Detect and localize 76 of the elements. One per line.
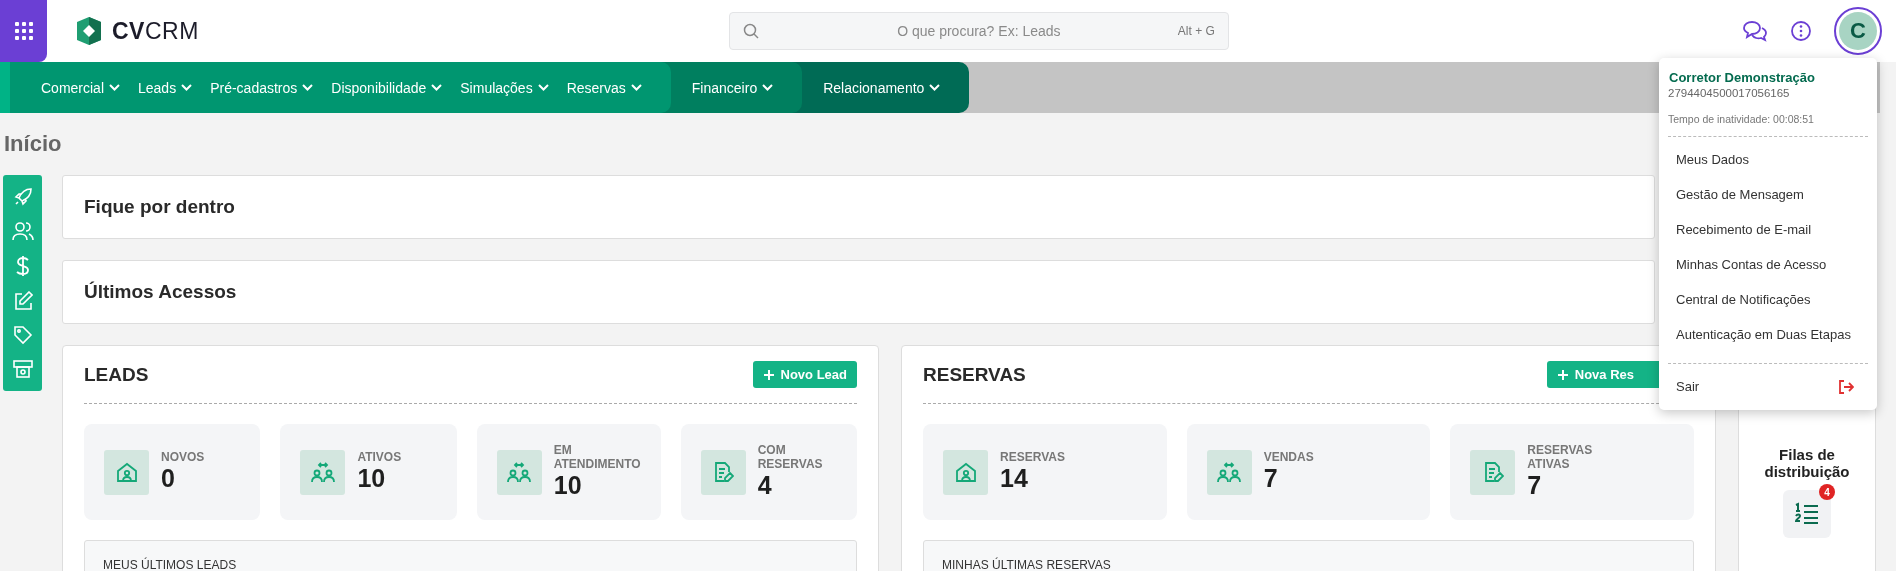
info-icon[interactable]: [1790, 20, 1812, 42]
stat-label: NOVOS: [161, 450, 205, 465]
user-id: 2794404500017056165: [1668, 87, 1791, 99]
rocket-icon[interactable]: [12, 187, 33, 207]
stat-value: 14: [1000, 464, 1029, 494]
collapsible-panel[interactable]: Fique por dentro: [62, 175, 1655, 239]
queue-button[interactable]: [1783, 490, 1831, 538]
user-name: Corretor Demonstração: [1668, 70, 1816, 85]
stat-label: RESERVAS ATIVAS: [1527, 443, 1594, 472]
list-title: MINHAS ÚLTIMAS RESERVAS: [942, 558, 1111, 571]
page-title: Início: [4, 131, 62, 157]
dollar-icon[interactable]: [15, 255, 30, 277]
house-icon: [115, 461, 138, 483]
chevron-down-icon: [109, 84, 120, 91]
chevron-down-icon: [762, 84, 774, 91]
menu-item[interactable]: Minhas Contas de Acesso: [1668, 247, 1868, 282]
users-icon[interactable]: [11, 221, 34, 241]
stat-label: EM ATENDIMENTO: [553, 443, 641, 472]
notification-badge: 4: [1819, 484, 1835, 500]
people-exchange-icon: [1216, 461, 1243, 483]
nav-menu[interactable]: Leads: [129, 79, 202, 96]
shortcut-hint: Alt + G: [1177, 24, 1215, 38]
menu-item[interactable]: Autenticação em Duas Etapas: [1668, 317, 1868, 352]
nav-menu[interactable]: Reservas: [557, 79, 651, 96]
stat-value: 10: [357, 464, 387, 494]
logout-icon: [1838, 379, 1854, 394]
chevron-down-icon: [537, 84, 549, 91]
edit-icon[interactable]: [12, 291, 33, 311]
panel-title: Fique por dentro: [84, 196, 235, 218]
menu-item[interactable]: Gestão de Mensagem: [1668, 177, 1868, 212]
stat-value: 7: [1263, 464, 1279, 494]
nav-menu[interactable]: Comercial: [32, 79, 129, 96]
plus-icon: [1556, 368, 1569, 381]
plus-icon: [762, 368, 775, 381]
house-icon: [954, 461, 977, 483]
menu-item[interactable]: Meus Dados: [1668, 142, 1868, 177]
stat-label: RESERVAS: [1000, 450, 1065, 465]
cash-machine-icon[interactable]: [12, 359, 33, 379]
stat-value: 10: [553, 471, 583, 501]
nav-menu[interactable]: Disponibilidade: [322, 79, 452, 96]
nav-menu[interactable]: Simulações: [451, 79, 558, 96]
chevron-down-icon: [630, 84, 642, 91]
idle-time: Tempo de inatividade: 00:08:51: [1668, 113, 1815, 125]
stat-value: 7: [1527, 471, 1543, 501]
numbered-list-icon: [1794, 502, 1820, 526]
logo-text: CVCRM: [112, 17, 199, 45]
people-exchange-icon: [309, 461, 336, 483]
chevron-down-icon: [431, 84, 443, 91]
tag-icon[interactable]: [12, 325, 33, 345]
nav-menu[interactable]: Relacionamento: [814, 79, 950, 96]
chevron-down-icon: [302, 84, 314, 91]
list-title: MEUS ÚLTIMOS LEADS: [103, 558, 237, 571]
stat-label: ATIVOS: [357, 450, 402, 465]
document-edit-icon: [712, 461, 735, 483]
search-icon: [742, 23, 759, 39]
menu-item[interactable]: Central de Notificações: [1668, 282, 1868, 317]
people-exchange-icon: [506, 461, 533, 483]
collapsible-panel[interactable]: Últimos Acessos: [62, 260, 1655, 324]
nav-menu[interactable]: Financeiro: [682, 79, 783, 96]
menu-item[interactable]: Recebimento de E-mail: [1668, 212, 1868, 247]
logo-icon: [74, 16, 104, 46]
stat-label: COM RESERVAS: [757, 443, 824, 472]
card-title: RESERVAS: [923, 363, 1026, 386]
chevron-down-icon: [181, 84, 193, 91]
card-title: LEADS: [84, 363, 149, 386]
apps-menu-button[interactable]: [0, 0, 47, 62]
stat-value: 0: [161, 464, 176, 494]
stat-label: VENDAS: [1263, 450, 1314, 465]
grid-icon: [13, 21, 34, 41]
chevron-down-icon: [929, 84, 941, 91]
chat-icon[interactable]: [1742, 20, 1768, 42]
nav-menu[interactable]: Pré-cadastros: [201, 79, 323, 96]
panel-title: Últimos Acessos: [84, 281, 237, 303]
stat-value: 4: [757, 471, 773, 501]
queue-title: Filas de distribuição: [1763, 446, 1851, 480]
user-avatar[interactable]: C: [1839, 12, 1877, 50]
